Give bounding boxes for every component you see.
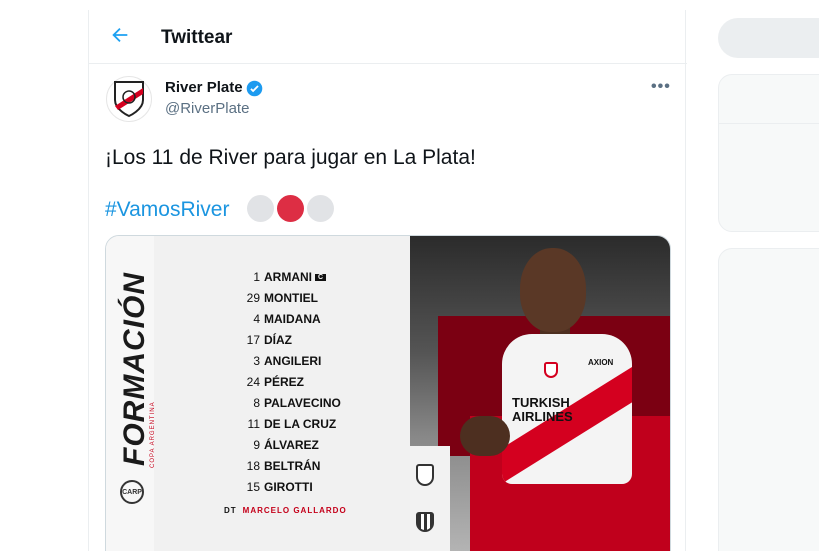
player-row: 24 PÉREZ — [246, 375, 305, 389]
verified-badge-icon — [246, 80, 263, 97]
lineup-panel: 1 ARMANI C 29 MONTIEL 4 MAIDANA 17 DÍAZ 3 ANGI… — [154, 236, 410, 551]
river-plate-crest-icon — [114, 81, 144, 118]
player-row: 3 ANGILERI — [253, 354, 322, 368]
player-row: 8 PALAVECINO — [253, 396, 341, 410]
player-row: 11 DE LA CRUZ — [247, 417, 337, 431]
trends-card — [718, 74, 819, 232]
player-row: 4 MAIDANA — [253, 312, 321, 326]
top-bar: Twittear — [89, 10, 687, 64]
right-sidebar — [718, 0, 819, 551]
red-circle-emoji-icon — [277, 195, 304, 222]
river-jersey: AXION TURKISH AIRLINES — [502, 334, 632, 484]
player-row: 15 GIROTTI — [246, 480, 313, 494]
search-input[interactable] — [718, 18, 819, 58]
back-button[interactable] — [109, 24, 133, 48]
jersey-crest-icon — [544, 362, 558, 378]
author-avatar[interactable] — [106, 76, 152, 122]
who-to-follow-card — [718, 248, 819, 551]
hashtag-link[interactable]: #VamosRiver — [105, 198, 229, 222]
lineup-side-strip: FORMACIÓN COPA ARGENTINA CARP — [106, 236, 156, 551]
page-title: Twittear — [161, 27, 233, 48]
tweet-column: Twittear River Plate @RiverPlate ••• ¡Lo… — [88, 10, 687, 551]
river-crest-icon — [416, 464, 434, 486]
player-row: 9 ÁLVAREZ — [253, 438, 319, 452]
player-fist — [460, 416, 510, 456]
more-options-icon[interactable]: ••• — [651, 78, 671, 96]
white-circle-emoji-icon — [307, 195, 334, 222]
coach-line: DT MARCELO GALLARDO — [224, 506, 347, 515]
player-photo: AXION TURKISH AIRLINES — [410, 236, 670, 551]
back-arrow-icon — [112, 27, 128, 43]
author-name[interactable]: River Plate — [165, 79, 243, 96]
white-circle-emoji-icon — [247, 195, 274, 222]
captain-badge: C — [315, 274, 327, 282]
player-row: 29 MONTIEL — [246, 291, 318, 305]
player-head — [520, 248, 586, 332]
author-handle[interactable]: @RiverPlate — [165, 100, 249, 117]
carp-crest-icon: CARP — [120, 480, 144, 504]
opponent-crest-icon — [416, 512, 434, 532]
formacion-title: FORMACIÓN — [118, 272, 151, 466]
tweet-text: ¡Los 11 de River para jugar en La Plata! — [105, 146, 476, 169]
player-row: 1 ARMANI C — [154, 270, 364, 284]
white-strip — [410, 446, 450, 551]
divider — [719, 123, 819, 124]
tweet-media-image[interactable]: FORMACIÓN COPA ARGENTINA CARP 1 ARMANI C 2… — [105, 235, 671, 551]
player-row: 18 BELTRÁN — [246, 459, 321, 473]
jersey-partner: AXION — [588, 358, 614, 367]
player-row: 17 DÍAZ — [246, 333, 292, 347]
jersey-sponsor: TURKISH AIRLINES — [512, 395, 573, 424]
